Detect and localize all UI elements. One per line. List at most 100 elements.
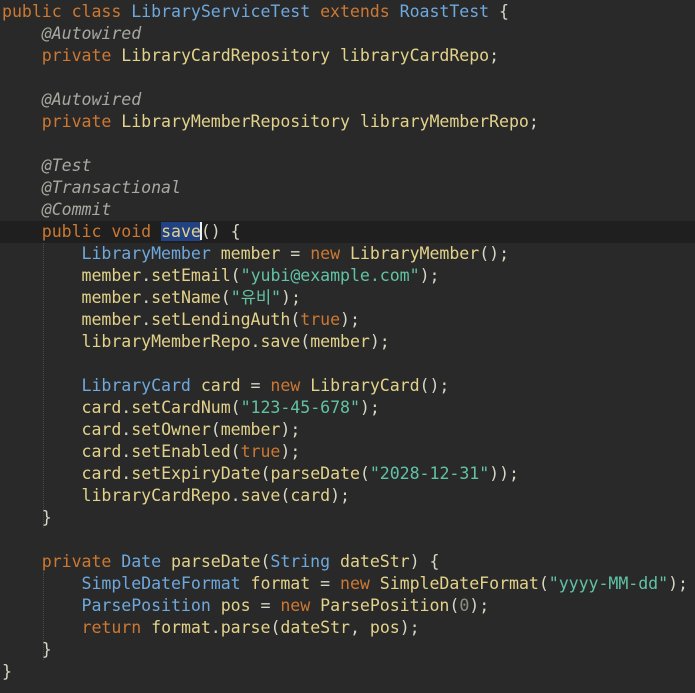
code-line-text: private LibraryCardRepository libraryCar… bbox=[2, 46, 499, 65]
code-token: RoastTest bbox=[399, 2, 500, 21]
code-line[interactable]: return format.parse(dateStr, pos); bbox=[2, 617, 420, 639]
code-token: ( bbox=[270, 618, 281, 637]
code-token: ; bbox=[489, 46, 500, 65]
code-token: libraryCardRepo bbox=[339, 46, 490, 65]
code-line[interactable]: private LibraryMemberRepository libraryM… bbox=[2, 111, 539, 133]
code-token: public class bbox=[2, 2, 132, 21]
code-line-text: } bbox=[2, 662, 12, 681]
code-token: ( bbox=[260, 552, 271, 571]
code-token: card bbox=[200, 376, 251, 395]
code-line[interactable]: @Autowired bbox=[2, 89, 141, 111]
code-token: card bbox=[290, 486, 331, 505]
code-token: setOwner bbox=[131, 420, 211, 439]
code-line[interactable]: } bbox=[2, 507, 52, 529]
code-line[interactable]: } bbox=[2, 661, 12, 683]
current-code-line[interactable]: public void save() { bbox=[0, 221, 695, 243]
code-line-text: @Transactional bbox=[2, 178, 181, 197]
code-line[interactable]: member.setLendingAuth(true); bbox=[2, 309, 360, 331]
code-token: ( bbox=[260, 464, 271, 483]
code-token: card bbox=[81, 398, 122, 417]
code-line[interactable]: } bbox=[2, 639, 52, 661]
code-line[interactable]: @Commit bbox=[2, 199, 112, 221]
code-token: setExpiryDate bbox=[131, 464, 261, 483]
code-line-text: LibraryCard card = new LibraryCard(); bbox=[2, 376, 450, 395]
code-line[interactable]: @Autowired bbox=[2, 23, 141, 45]
code-token: card bbox=[81, 442, 122, 461]
code-line[interactable]: LibraryMember member = new LibraryMember… bbox=[2, 243, 510, 265]
code-token: member bbox=[220, 420, 281, 439]
code-token: "yubi@example.com" bbox=[240, 266, 420, 285]
code-token: return bbox=[81, 618, 152, 637]
code-token: setEnabled bbox=[131, 442, 231, 461]
code-line-text: public class LibraryServiceTest extends … bbox=[2, 2, 509, 21]
code-token: pos bbox=[369, 618, 400, 637]
code-token: private bbox=[41, 46, 122, 65]
code-line-text: libraryCardRepo.save(card); bbox=[2, 486, 350, 505]
code-token: ) { bbox=[409, 552, 440, 571]
code-token: ( bbox=[449, 596, 460, 615]
code-token: , bbox=[349, 618, 370, 637]
code-line-text: } bbox=[2, 640, 52, 659]
code-line-text: libraryMemberRepo.save(member); bbox=[2, 332, 390, 351]
code-line[interactable]: public class LibraryServiceTest extends … bbox=[2, 1, 509, 23]
code-line[interactable]: @Test bbox=[2, 155, 92, 177]
code-token: "유비" bbox=[230, 288, 282, 307]
code-line-text: card.setEnabled(true); bbox=[2, 442, 301, 461]
code-line[interactable]: libraryCardRepo.save(card); bbox=[2, 485, 350, 507]
code-line[interactable]: private LibraryCardRepository libraryCar… bbox=[2, 45, 499, 67]
code-token: dateStr bbox=[280, 618, 350, 637]
code-line[interactable]: LibraryCard card = new LibraryCard(); bbox=[2, 375, 450, 397]
code-line[interactable]: SimpleDateFormat format = new SimpleDate… bbox=[2, 573, 688, 595]
code-line-text: } bbox=[2, 508, 52, 527]
code-token: } bbox=[2, 662, 12, 681]
code-line[interactable]: private Date parseDate(String dateStr) { bbox=[2, 551, 440, 573]
code-line[interactable]: card.setExpiryDate(parseDate("2028-12-31… bbox=[2, 463, 520, 485]
code-line[interactable]: @Transactional bbox=[2, 177, 181, 199]
code-token: Date bbox=[121, 552, 171, 571]
code-token: pos bbox=[220, 596, 261, 615]
code-line[interactable]: ParsePosition pos = new ParsePosition(0)… bbox=[2, 595, 490, 617]
code-token: dateStr bbox=[340, 552, 410, 571]
code-token: )); bbox=[489, 464, 519, 483]
code-line[interactable]: card.setOwner(member); bbox=[2, 419, 301, 441]
code-token: @Autowired bbox=[41, 90, 142, 109]
code-line[interactable]: member.setName("유비"); bbox=[2, 287, 301, 309]
code-token: LibraryCard bbox=[310, 376, 420, 395]
code-token: ); bbox=[419, 266, 440, 285]
code-token: ); bbox=[280, 442, 301, 461]
code-line[interactable]: libraryMemberRepo.save(member); bbox=[2, 331, 390, 353]
code-token: @Test bbox=[41, 156, 92, 175]
code-line-text: @Autowired bbox=[2, 90, 141, 109]
code-editor[interactable]: public class LibraryServiceTest extends … bbox=[0, 0, 695, 693]
code-token: member bbox=[310, 332, 370, 351]
code-token: = bbox=[290, 244, 311, 263]
code-token: format bbox=[151, 618, 211, 637]
code-token: true bbox=[240, 442, 281, 461]
code-token: new bbox=[310, 244, 350, 263]
code-line[interactable]: card.setCardNum("123-45-678"); bbox=[2, 397, 380, 419]
code-token: setEmail bbox=[151, 266, 231, 285]
code-token: ); bbox=[668, 574, 688, 593]
code-token: ( bbox=[538, 574, 549, 593]
code-token: card bbox=[81, 420, 122, 439]
code-token: . bbox=[141, 288, 152, 307]
code-token: new bbox=[340, 574, 380, 593]
code-token: 0 bbox=[459, 596, 470, 615]
code-line[interactable]: card.setEnabled(true); bbox=[2, 441, 301, 463]
code-token: ); bbox=[281, 288, 301, 307]
code-token: . bbox=[250, 332, 261, 351]
code-line[interactable]: member.setEmail("yubi@example.com"); bbox=[2, 265, 440, 287]
code-token: (); bbox=[479, 244, 510, 263]
